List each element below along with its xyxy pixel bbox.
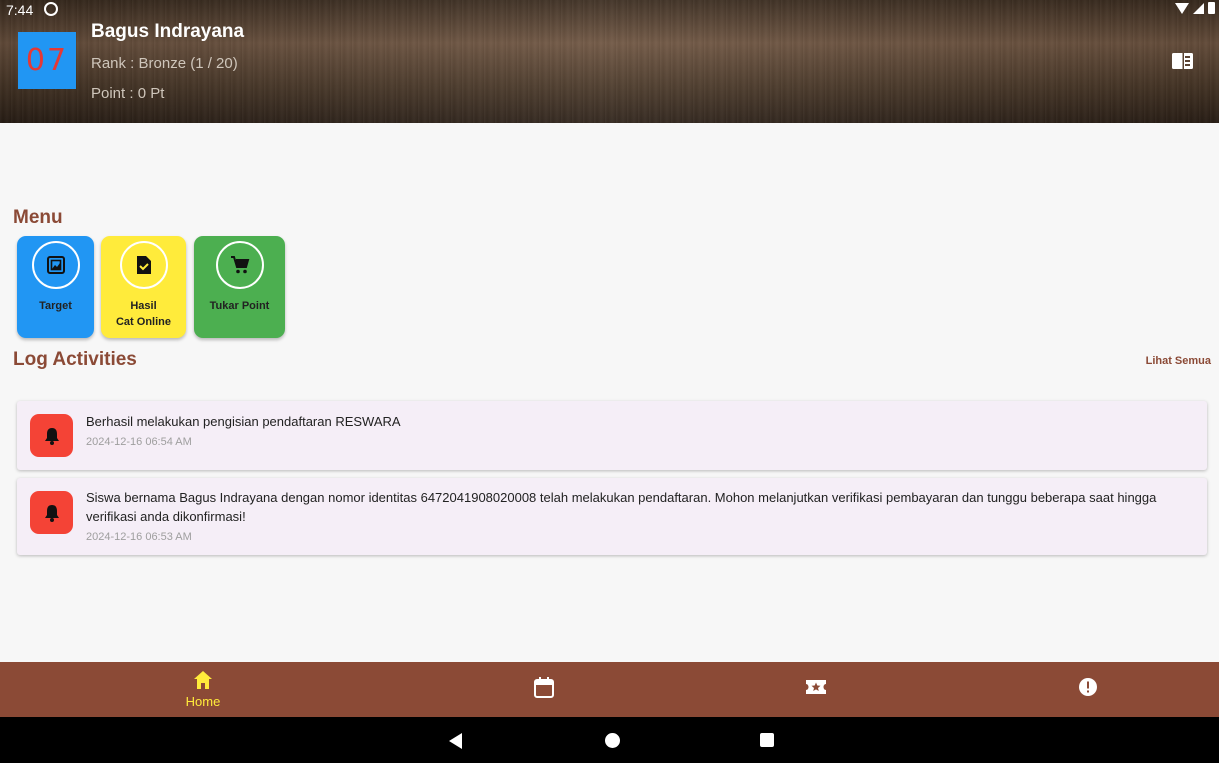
back-icon[interactable]	[449, 733, 462, 749]
avatar[interactable]: 07	[18, 32, 76, 89]
menu-title: Menu	[13, 207, 63, 228]
menu-item-label: Target	[39, 300, 72, 312]
sync-icon	[44, 2, 58, 16]
log-message: Siswa bernama Bagus Indrayana dengan nom…	[86, 490, 1157, 524]
system-navigation-bar	[0, 717, 1219, 763]
status-indicators	[1175, 2, 1215, 14]
menu-item-label: Tukar Point	[209, 300, 270, 312]
user-point: Point : 0 Pt	[91, 85, 165, 102]
document-check-icon	[119, 241, 168, 289]
bottom-navigation: Home	[0, 662, 1219, 717]
cart-icon	[215, 241, 264, 289]
alert-icon	[1079, 678, 1097, 696]
home-icon	[194, 671, 212, 689]
see-all-link[interactable]: Lihat Semua	[1146, 355, 1211, 367]
ticket-icon	[806, 680, 826, 694]
wifi-icon	[1175, 2, 1189, 14]
status-bar: 7:44	[0, 0, 1219, 20]
log-activities-title: Log Activities	[13, 349, 137, 370]
recent-apps-icon[interactable]	[760, 733, 774, 747]
nav-item-ticket[interactable]	[756, 662, 876, 717]
battery-icon	[1208, 2, 1215, 14]
nav-label-home: Home	[185, 694, 221, 709]
menu-item-label: Hasil Cat Online	[115, 300, 171, 328]
calendar-icon	[534, 677, 554, 698]
book-icon[interactable]	[1172, 52, 1194, 70]
log-message: Berhasil melakukan pengisian pendaftaran…	[86, 414, 401, 429]
target-image-icon	[31, 241, 80, 289]
menu-item-tukar-point[interactable]: Tukar Point	[194, 236, 285, 338]
home-button-icon[interactable]	[605, 733, 620, 748]
user-rank: Rank : Bronze (1 / 20)	[91, 55, 238, 72]
bell-icon	[30, 491, 73, 534]
log-item[interactable]: Berhasil melakukan pengisian pendaftaran…	[17, 401, 1207, 470]
nav-item-info[interactable]	[1028, 662, 1148, 717]
log-item[interactable]: Siswa bernama Bagus Indrayana dengan nom…	[17, 478, 1207, 555]
status-time: 7:44	[6, 2, 34, 18]
bell-icon	[30, 414, 73, 457]
nav-item-home[interactable]: Home	[143, 662, 263, 717]
signal-icon	[1193, 2, 1204, 14]
menu-item-target[interactable]: Target	[17, 236, 94, 338]
log-timestamp: 2024-12-16 06:53 AM	[86, 531, 192, 543]
nav-item-calendar[interactable]	[484, 662, 604, 717]
user-name: Bagus Indrayana	[91, 21, 245, 42]
log-timestamp: 2024-12-16 06:54 AM	[86, 436, 192, 448]
menu-item-hasil-cat-online[interactable]: Hasil Cat Online	[101, 236, 186, 338]
